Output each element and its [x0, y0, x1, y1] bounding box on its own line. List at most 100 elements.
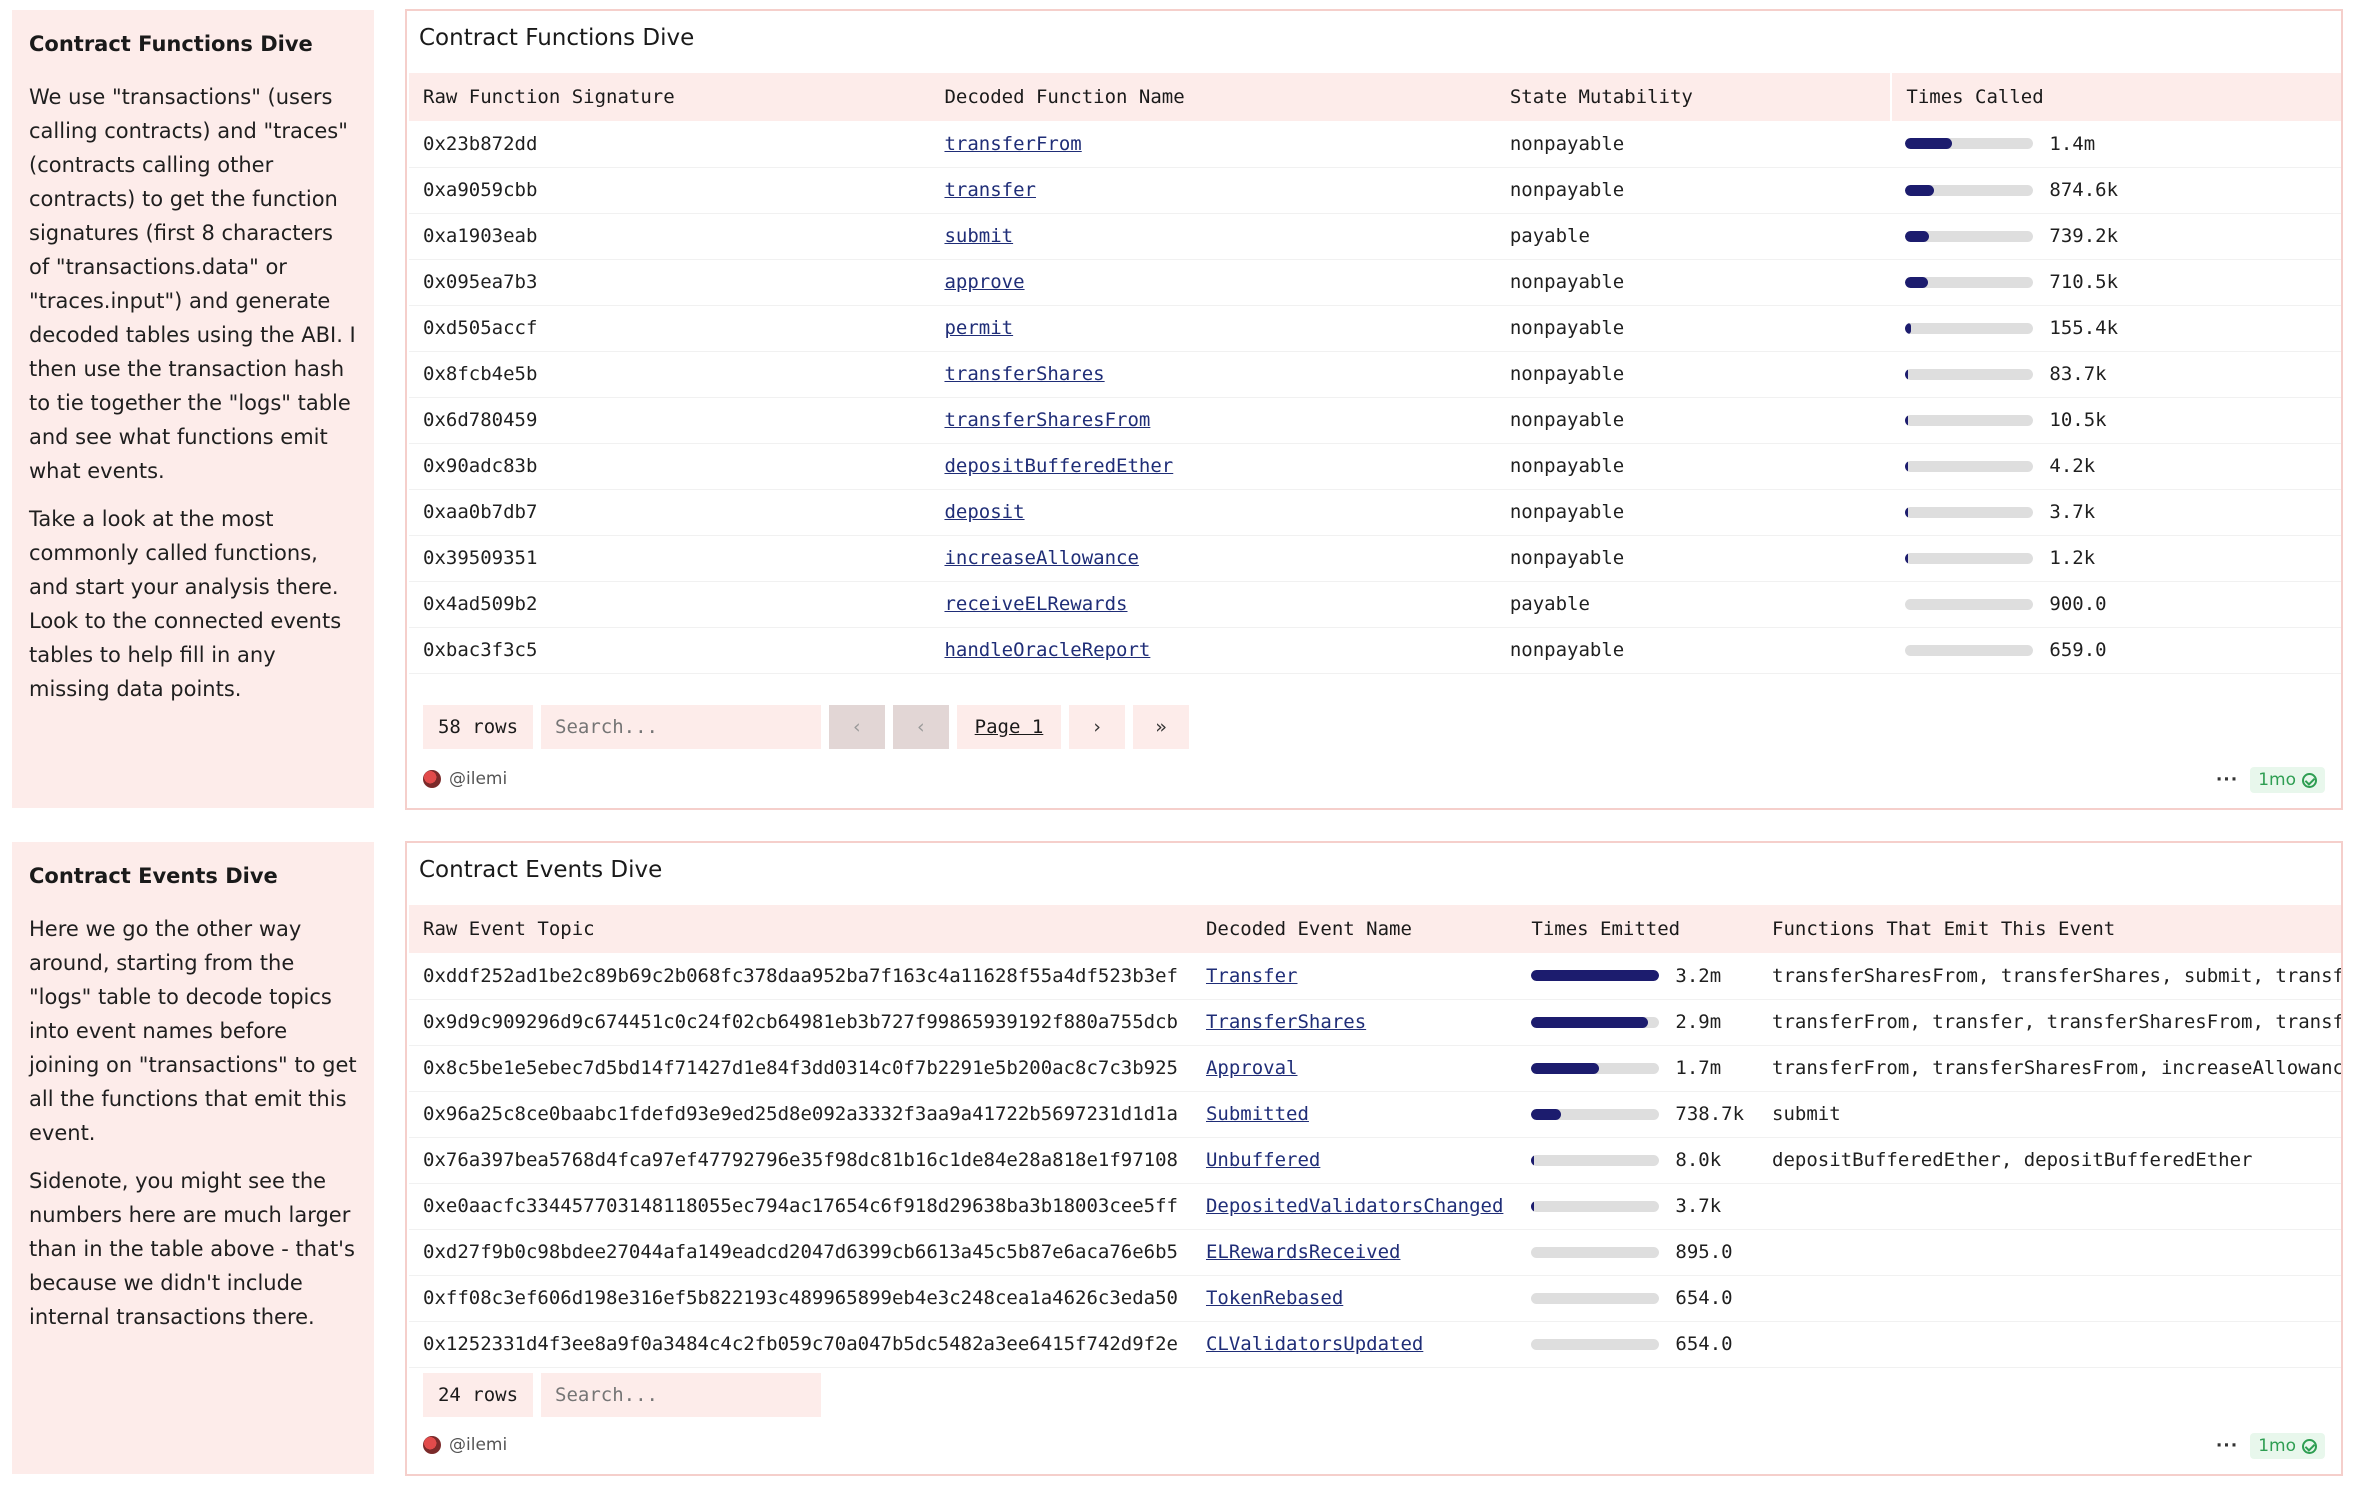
- bar-wrap: 654.0: [1531, 1333, 1744, 1355]
- bar-wrap: 874.6k: [1905, 179, 2327, 201]
- event-name-link[interactable]: ELRewardsReceived: [1206, 1241, 1400, 1263]
- column-header[interactable]: Decoded Function Name: [930, 73, 1496, 121]
- events-pagination: 24 rows: [423, 1373, 821, 1417]
- bar-track: [1905, 598, 2034, 610]
- prev-page-button[interactable]: ‹: [893, 705, 949, 749]
- event-name-cell: Submitted: [1191, 1091, 1518, 1138]
- function-name-link[interactable]: increaseAllowance: [944, 547, 1138, 569]
- table-row: 0x96a25c8ce0baabc1fdefd93e9ed25d8e092a33…: [409, 1091, 2341, 1138]
- state-mutability: nonpayable: [1495, 489, 1892, 536]
- emitting-functions: [1758, 1275, 2341, 1322]
- search-input[interactable]: [541, 1373, 821, 1417]
- event-name-link[interactable]: Approval: [1206, 1057, 1298, 1079]
- function-name-link[interactable]: depositBufferedEther: [944, 455, 1173, 477]
- state-mutability: payable: [1495, 213, 1892, 260]
- function-name-link[interactable]: submit: [944, 225, 1013, 247]
- function-name-link[interactable]: handleOracleReport: [944, 639, 1150, 661]
- emitting-functions: depositBufferedEther, depositBufferedEth…: [1758, 1137, 2341, 1184]
- event-name-link[interactable]: Unbuffered: [1206, 1149, 1320, 1171]
- event-name-link[interactable]: CLValidatorsUpdated: [1206, 1333, 1423, 1355]
- function-name-link[interactable]: transferSharesFrom: [944, 409, 1150, 431]
- table-row: 0x6d780459 transferSharesFrom nonpayable 10…: [409, 397, 2341, 444]
- more-options-icon[interactable]: ···: [2216, 1436, 2238, 1456]
- author[interactable]: @ilemi: [423, 769, 507, 789]
- event-name-cell: DepositedValidatorsChanged: [1191, 1183, 1518, 1230]
- column-header[interactable]: Raw Event Topic: [409, 905, 1192, 953]
- function-name-link[interactable]: transfer: [944, 179, 1036, 201]
- row-count: 58 rows: [423, 705, 533, 749]
- next-page-button[interactable]: ›: [1069, 705, 1125, 749]
- function-signature: 0xaa0b7db7: [409, 489, 931, 536]
- bar-value: 654.0: [1675, 1287, 1733, 1309]
- state-mutability: nonpayable: [1495, 397, 1892, 444]
- bar-track: [1905, 276, 2034, 288]
- more-options-icon[interactable]: ···: [2216, 770, 2238, 790]
- function-name-link[interactable]: deposit: [944, 501, 1024, 523]
- function-name-cell: approve: [930, 259, 1496, 306]
- column-header[interactable]: Decoded Event Name: [1191, 905, 1518, 953]
- bar-wrap: 900.0: [1905, 593, 2327, 615]
- bar-wrap: 8.0k: [1531, 1149, 1744, 1171]
- page-indicator[interactable]: Page 1: [957, 705, 1061, 749]
- function-signature: 0x6d780459: [409, 397, 931, 444]
- function-name-cell: transferShares: [930, 351, 1496, 398]
- bar-track: [1905, 414, 2034, 426]
- function-name-link[interactable]: transferFrom: [944, 133, 1081, 155]
- bar-wrap: 155.4k: [1905, 317, 2327, 339]
- row-count: 24 rows: [423, 1373, 533, 1417]
- event-name-link[interactable]: DepositedValidatorsChanged: [1206, 1195, 1503, 1217]
- event-topic: 0x8c5be1e5ebec7d5bd14f71427d1e84f3dd0314…: [409, 1045, 1192, 1092]
- panel-meta: ··· 1mo: [2216, 767, 2325, 793]
- bar-wrap: 3.2m: [1531, 965, 1744, 987]
- bar-wrap: 738.7k: [1531, 1103, 1744, 1125]
- event-name-link[interactable]: Submitted: [1206, 1103, 1309, 1125]
- bar-wrap: 1.2k: [1905, 547, 2327, 569]
- column-header[interactable]: State Mutability: [1495, 73, 1892, 121]
- bar-track: [1531, 1062, 1660, 1074]
- events-note: Contract Events Dive Here we go the othe…: [12, 842, 374, 1474]
- panel-meta: ··· 1mo: [2216, 1433, 2325, 1459]
- column-header[interactable]: Times Called: [1890, 73, 2341, 121]
- table-row: 0xd505accf permit nonpayable 155.4k: [409, 305, 2341, 352]
- bar-cell: 10.5k: [1891, 397, 2341, 444]
- event-topic: 0xe0aacfc334457703148118055ec794ac17654c…: [409, 1183, 1192, 1230]
- state-mutability: nonpayable: [1495, 305, 1892, 352]
- function-name-cell: increaseAllowance: [930, 535, 1496, 582]
- function-name-link[interactable]: transferShares: [944, 363, 1104, 385]
- bar-fill: [1905, 414, 1908, 426]
- bar-fill: [1905, 368, 1909, 380]
- emitting-functions: [1758, 1183, 2341, 1230]
- function-name-cell: permit: [930, 305, 1496, 352]
- events-note-paragraph: Here we go the other way around, startin…: [29, 917, 357, 1145]
- column-header[interactable]: Functions That Emit This Event: [1758, 905, 2341, 953]
- table-row: 0xaa0b7db7 deposit nonpayable 3.7k: [409, 489, 2341, 536]
- state-mutability: nonpayable: [1495, 535, 1892, 582]
- function-name-cell: transferSharesFrom: [930, 397, 1496, 444]
- function-name-cell: receiveELRewards: [930, 581, 1496, 628]
- table-row: 0x095ea7b3 approve nonpayable 710.5k: [409, 259, 2341, 306]
- column-header[interactable]: Times Emitted: [1517, 905, 1759, 953]
- event-name-link[interactable]: Transfer: [1206, 965, 1298, 987]
- bar-track: [1905, 506, 2034, 518]
- bar-cell: 654.0: [1517, 1321, 1759, 1368]
- table-row: 0xff08c3ef606d198e316ef5b822193c48996589…: [409, 1275, 2341, 1322]
- bar-cell: 874.6k: [1891, 167, 2341, 214]
- bar-value: 8.0k: [1675, 1149, 1722, 1171]
- function-signature: 0xa1903eab: [409, 213, 931, 260]
- function-name-link[interactable]: approve: [944, 271, 1024, 293]
- state-mutability: nonpayable: [1495, 121, 1892, 168]
- search-input[interactable]: [541, 705, 821, 749]
- author[interactable]: @ilemi: [423, 1435, 507, 1455]
- function-name-link[interactable]: receiveELRewards: [944, 593, 1127, 615]
- table-row: 0xd27f9b0c98bdee27044afa149eadcd2047d639…: [409, 1229, 2341, 1276]
- event-name-link[interactable]: TokenRebased: [1206, 1287, 1343, 1309]
- event-name-link[interactable]: TransferShares: [1206, 1011, 1366, 1033]
- state-mutability: nonpayable: [1495, 351, 1892, 398]
- bar-value: 1.7m: [1675, 1057, 1722, 1079]
- function-name-link[interactable]: permit: [944, 317, 1013, 339]
- column-header[interactable]: Raw Function Signature: [409, 73, 931, 121]
- first-page-button[interactable]: ‹: [829, 705, 885, 749]
- freshness-badge[interactable]: 1mo: [2250, 1433, 2325, 1459]
- last-page-button[interactable]: »: [1133, 705, 1189, 749]
- freshness-badge[interactable]: 1mo: [2250, 767, 2325, 793]
